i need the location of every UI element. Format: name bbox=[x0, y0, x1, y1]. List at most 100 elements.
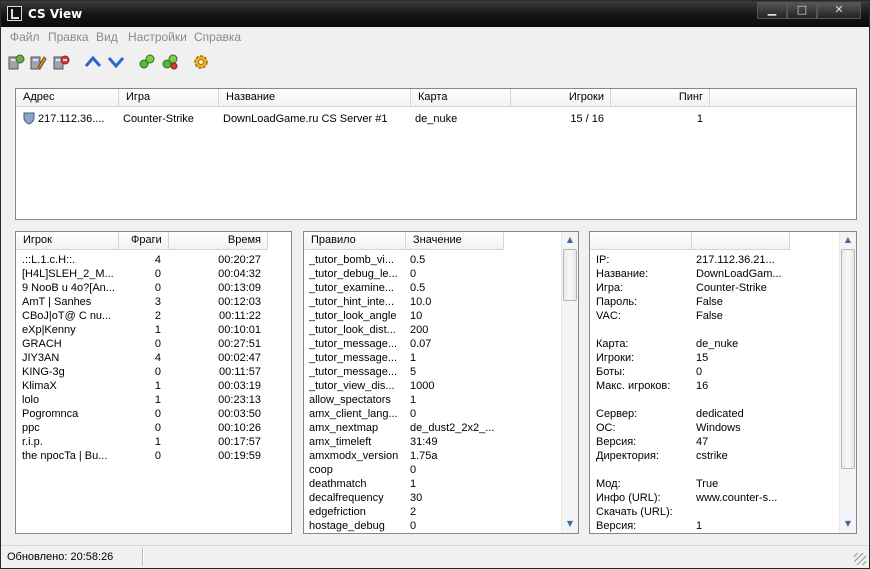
remove-server-icon[interactable] bbox=[52, 53, 70, 71]
player-row[interactable]: ppc 0 00:10:26 bbox=[16, 421, 266, 435]
rule-row[interactable]: _tutor_message... 1 bbox=[304, 351, 554, 365]
player-row[interactable]: AmT | Sanhes 3 00:12:03 bbox=[16, 295, 266, 309]
info-row[interactable]: Инфо (URL): www.counter-s... bbox=[590, 491, 840, 505]
col-game[interactable]: Игра bbox=[119, 89, 219, 107]
rule-row[interactable]: _tutor_bomb_vi... 0.5 bbox=[304, 253, 554, 267]
info-row[interactable]: ОС: Windows bbox=[590, 421, 840, 435]
info-row[interactable]: Версия: 47 bbox=[590, 435, 840, 449]
rule-row[interactable]: hostage_debug 0 bbox=[304, 519, 554, 533]
info-row[interactable]: Название: DownLoadGam... bbox=[590, 267, 840, 281]
scroll-up-icon[interactable]: ▲ bbox=[840, 232, 856, 248]
move-down-icon[interactable] bbox=[107, 53, 125, 71]
info-key: Версия: bbox=[596, 520, 637, 532]
server-list[interactable]: Адрес Игра Название Карта Игроки Пинг 21… bbox=[15, 88, 857, 220]
info-scrollbar[interactable]: ▲ ▼ bbox=[839, 232, 856, 533]
rules-scrollbar[interactable]: ▲ ▼ bbox=[561, 232, 578, 533]
player-row[interactable]: [H4L]SLEH_2_M... 0 00:04:32 bbox=[16, 267, 266, 281]
info-row[interactable]: Версия: 1 bbox=[590, 519, 840, 533]
player-row[interactable]: CBoJ|oT@ C nu... 2 00:11:22 bbox=[16, 309, 266, 323]
menu-view[interactable]: Вид bbox=[96, 30, 118, 44]
info-row[interactable]: Карта: de_nuke bbox=[590, 337, 840, 351]
rule-row[interactable]: amx_nextmap de_dust2_2x2_... bbox=[304, 421, 554, 435]
player-row[interactable]: KlimaX 1 00:03:19 bbox=[16, 379, 266, 393]
player-row[interactable]: .::L.1.c.H::. 4 00:20:27 bbox=[16, 253, 266, 267]
scroll-up-icon[interactable]: ▲ bbox=[562, 232, 578, 248]
info-row[interactable]: VAC: False bbox=[590, 309, 840, 323]
menu-file[interactable]: Файл bbox=[10, 30, 40, 44]
server-info-list[interactable]: IP: 217.112.36.21... Название: DownLoadGam.… bbox=[589, 231, 857, 534]
info-row[interactable]: IP: 217.112.36.21... bbox=[590, 253, 840, 267]
info-row[interactable]: Игроки: 15 bbox=[590, 351, 840, 365]
rule-row[interactable]: amx_client_lang... 0 bbox=[304, 407, 554, 421]
info-row[interactable]: Мод: True bbox=[590, 477, 840, 491]
rule-row[interactable]: _tutor_view_dis... 1000 bbox=[304, 379, 554, 393]
players-list[interactable]: Игрок Фраги Время .::L.1.c.H::. 4 00:20:27… bbox=[15, 231, 292, 534]
settings-gear-icon[interactable] bbox=[192, 53, 210, 71]
col-time[interactable]: Время bbox=[169, 232, 268, 250]
rule-row[interactable]: _tutor_debug_le... 0 bbox=[304, 267, 554, 281]
add-server-icon[interactable] bbox=[7, 53, 25, 71]
rule-row[interactable]: _tutor_hint_inte... 10.0 bbox=[304, 295, 554, 309]
col-players[interactable]: Игроки bbox=[511, 89, 611, 107]
resize-grip-icon[interactable] bbox=[854, 553, 866, 565]
info-row[interactable]: Скачать (URL): bbox=[590, 505, 840, 519]
rule-row[interactable]: decalfrequency 30 bbox=[304, 491, 554, 505]
rule-row[interactable]: allow_spectators 1 bbox=[304, 393, 554, 407]
title-bar[interactable]: CS View ▁ □ ✕ bbox=[1, 1, 869, 27]
rule-row[interactable]: _tutor_examine... 0.5 bbox=[304, 281, 554, 295]
col-player[interactable]: Игрок bbox=[16, 232, 119, 250]
minimize-button[interactable]: ▁ bbox=[757, 2, 787, 19]
info-row[interactable]: Сервер: dedicated bbox=[590, 407, 840, 421]
info-row[interactable] bbox=[590, 463, 840, 477]
info-row[interactable]: Макс. игроков: 16 bbox=[590, 379, 840, 393]
player-row[interactable]: KING-3g 0 00:11:57 bbox=[16, 365, 266, 379]
info-row[interactable]: Директория: cstrike bbox=[590, 449, 840, 463]
menu-edit[interactable]: Правка bbox=[48, 30, 89, 44]
rule-row[interactable]: coop 0 bbox=[304, 463, 554, 477]
rule-row[interactable]: edgefriction 2 bbox=[304, 505, 554, 519]
col-value[interactable]: Значение bbox=[406, 232, 504, 250]
refresh-icon[interactable] bbox=[138, 53, 156, 71]
close-button[interactable]: ✕ bbox=[817, 2, 861, 19]
col-frags[interactable]: Фраги bbox=[119, 232, 169, 250]
server-row[interactable]: 217.112.36.... Counter-Strike DownLoadGa… bbox=[16, 112, 856, 126]
rule-row[interactable]: amx_timeleft 31:49 bbox=[304, 435, 554, 449]
player-row[interactable]: GRACH 0 00:27:51 bbox=[16, 337, 266, 351]
player-row[interactable]: lolo 1 00:23:13 bbox=[16, 393, 266, 407]
edit-server-icon[interactable] bbox=[29, 53, 47, 71]
info-row[interactable]: Пароль: False bbox=[590, 295, 840, 309]
player-row[interactable]: eXp|Kenny 1 00:10:01 bbox=[16, 323, 266, 337]
col-info-key[interactable] bbox=[590, 232, 692, 250]
col-rule[interactable]: Правило bbox=[304, 232, 406, 250]
scroll-down-icon[interactable]: ▼ bbox=[840, 516, 856, 532]
info-row[interactable] bbox=[590, 323, 840, 337]
rule-row[interactable]: _tutor_look_dist... 200 bbox=[304, 323, 554, 337]
info-row[interactable] bbox=[590, 393, 840, 407]
rule-row[interactable]: _tutor_message... 5 bbox=[304, 365, 554, 379]
refresh-all-icon[interactable] bbox=[161, 53, 179, 71]
col-info-value[interactable] bbox=[692, 232, 790, 250]
player-row[interactable]: 9 NooB u 4o?[An... 0 00:13:09 bbox=[16, 281, 266, 295]
rule-row[interactable]: _tutor_message... 0.07 bbox=[304, 337, 554, 351]
info-row[interactable]: Боты: 0 bbox=[590, 365, 840, 379]
scroll-down-icon[interactable]: ▼ bbox=[562, 516, 578, 532]
rule-row[interactable]: deathmatch 1 bbox=[304, 477, 554, 491]
col-map[interactable]: Карта bbox=[411, 89, 511, 107]
player-row[interactable]: the npocTa | Bu... 0 00:19:59 bbox=[16, 449, 266, 463]
rule-row[interactable]: amxmodx_version 1.75a bbox=[304, 449, 554, 463]
menu-help[interactable]: Справка bbox=[194, 30, 241, 44]
scroll-thumb[interactable] bbox=[841, 249, 855, 469]
col-server-name[interactable]: Название bbox=[219, 89, 411, 107]
player-row[interactable]: JIY3AN 4 00:02:47 bbox=[16, 351, 266, 365]
col-address[interactable]: Адрес bbox=[16, 89, 119, 107]
rule-row[interactable]: _tutor_look_angle 10 bbox=[304, 309, 554, 323]
rules-list[interactable]: Правило Значение _tutor_bomb_vi... 0.5 _tu… bbox=[303, 231, 579, 534]
info-row[interactable]: Игра: Counter-Strike bbox=[590, 281, 840, 295]
player-row[interactable]: Pogromnca 0 00:03:50 bbox=[16, 407, 266, 421]
maximize-button[interactable]: □ bbox=[787, 2, 817, 19]
scroll-thumb[interactable] bbox=[563, 249, 577, 301]
col-ping[interactable]: Пинг bbox=[611, 89, 710, 107]
player-row[interactable]: r.i.p. 1 00:17:57 bbox=[16, 435, 266, 449]
move-up-icon[interactable] bbox=[84, 53, 102, 71]
menu-settings[interactable]: Настройки bbox=[128, 30, 187, 44]
